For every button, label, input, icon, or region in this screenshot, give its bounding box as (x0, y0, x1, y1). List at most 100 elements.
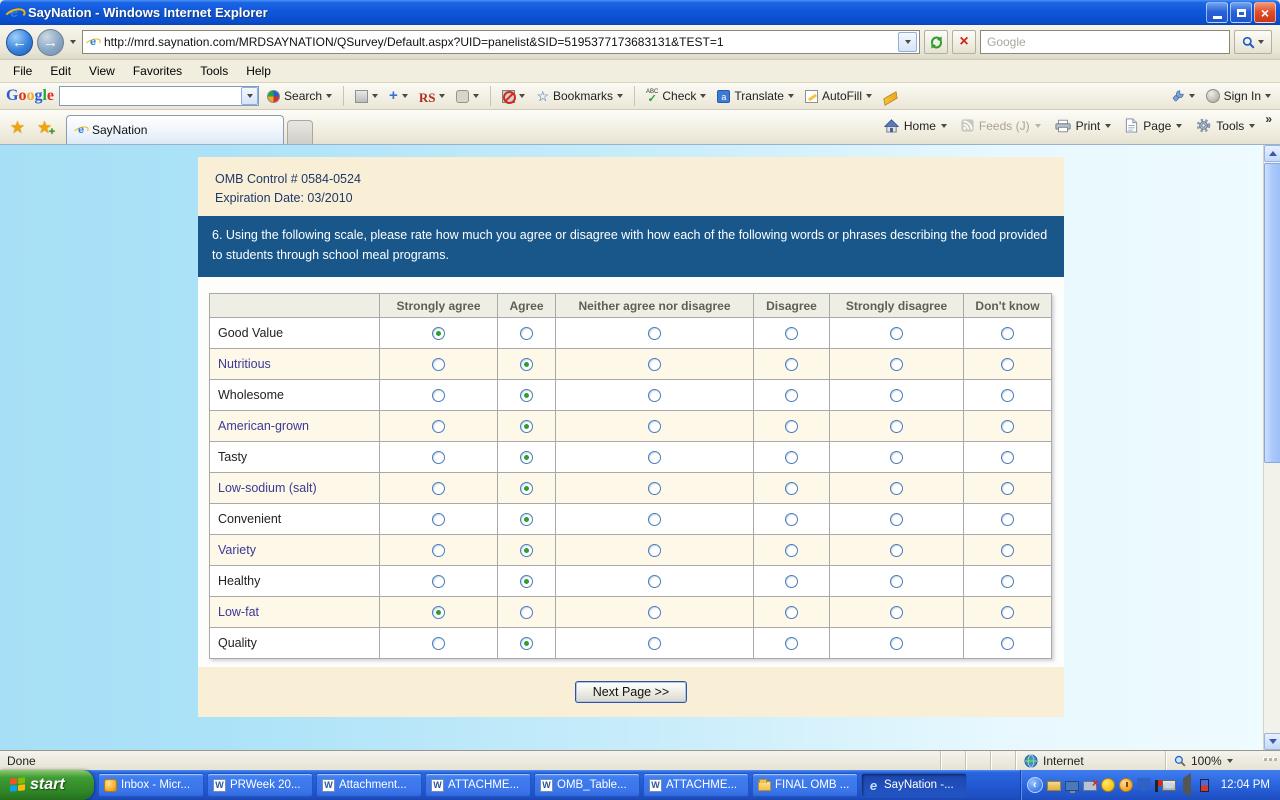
search-go-button[interactable] (1234, 30, 1272, 54)
radio-button[interactable] (432, 637, 445, 650)
battery-icon[interactable] (1200, 779, 1209, 792)
radio-button[interactable] (890, 637, 903, 650)
radio-button[interactable] (648, 451, 661, 464)
radio-button[interactable] (648, 513, 661, 526)
restore-button[interactable] (1230, 2, 1252, 23)
radio-button[interactable] (520, 637, 533, 650)
radio-button[interactable] (432, 606, 445, 619)
next-page-button[interactable]: Next Page >> (575, 681, 687, 703)
add-tab-button[interactable]: + (386, 88, 411, 105)
url-text[interactable]: http://mrd.saynation.com/MRDSAYNATION/QS… (104, 35, 893, 49)
start-button[interactable]: start (0, 770, 94, 800)
radio-button[interactable] (520, 389, 533, 402)
radio-button[interactable] (432, 482, 445, 495)
radio-button[interactable] (432, 575, 445, 588)
radio-button[interactable] (785, 482, 798, 495)
add-favorite-button[interactable]: ★ (32, 115, 57, 140)
news-button[interactable] (352, 88, 381, 105)
taskbar-clock[interactable]: 12:04 PM (1221, 779, 1270, 791)
scroll-up-button[interactable] (1264, 145, 1280, 162)
messenger-smiley-icon[interactable] (1101, 778, 1115, 792)
forward-button[interactable]: → (37, 29, 64, 56)
menu-item-edit[interactable]: Edit (41, 61, 80, 81)
radio-button[interactable] (1001, 606, 1014, 619)
radio-button[interactable] (520, 327, 533, 340)
radio-button[interactable] (785, 513, 798, 526)
minimize-button[interactable] (1206, 2, 1228, 23)
radio-button[interactable] (432, 451, 445, 464)
highlight-button[interactable] (880, 89, 901, 104)
taskbar-window-button[interactable]: WATTACHME... (425, 773, 531, 797)
radio-button[interactable] (648, 606, 661, 619)
radio-button[interactable] (1001, 389, 1014, 402)
radio-button[interactable] (1001, 482, 1014, 495)
radio-button[interactable] (520, 358, 533, 371)
address-field[interactable]: e http://mrd.saynation.com/MRDSAYNATION/… (82, 30, 920, 54)
radio-button[interactable] (890, 606, 903, 619)
bookmarks-button[interactable]: ☆ Bookmarks (533, 87, 626, 105)
scrollbar-thumb[interactable] (1264, 163, 1280, 463)
radio-button[interactable] (520, 513, 533, 526)
rs-button[interactable]: RS (416, 88, 449, 105)
hide-icons-chevron[interactable]: ‹ (1027, 777, 1043, 793)
google-search-dropdown[interactable] (241, 87, 258, 105)
menu-item-view[interactable]: View (80, 61, 124, 81)
address-dropdown-button[interactable] (898, 32, 917, 52)
radio-button[interactable] (785, 358, 798, 371)
radio-button[interactable] (648, 389, 661, 402)
radio-button[interactable] (785, 327, 798, 340)
radio-button[interactable] (432, 544, 445, 557)
radio-button[interactable] (785, 389, 798, 402)
radio-button[interactable] (785, 575, 798, 588)
taskbar-window-button[interactable]: WATTACHME... (643, 773, 749, 797)
language-flag-icon[interactable] (1155, 780, 1158, 792)
taskbar-window-button[interactable]: WAttachment... (316, 773, 422, 797)
page-button[interactable]: Page (1119, 114, 1188, 137)
radio-button[interactable] (648, 575, 661, 588)
radio-button[interactable] (890, 482, 903, 495)
taskbar-window-button[interactable]: WPRWeek 20... (207, 773, 313, 797)
radio-button[interactable] (1001, 327, 1014, 340)
volume-icon[interactable] (1183, 773, 1191, 797)
taskbar-window-button[interactable]: FINAL OMB ... (752, 773, 858, 797)
radio-button[interactable] (1001, 420, 1014, 433)
radio-button[interactable] (648, 358, 661, 371)
display-settings-icon[interactable] (1162, 780, 1176, 791)
popup-blocker-button[interactable] (499, 88, 528, 105)
radio-button[interactable] (520, 451, 533, 464)
menu-item-file[interactable]: File (4, 61, 41, 81)
radio-button[interactable] (432, 420, 445, 433)
taskbar-window-button[interactable]: Inbox - Micr... (98, 773, 204, 797)
toolbar-settings-button[interactable] (1168, 87, 1198, 105)
network-activity-icon[interactable] (1065, 781, 1079, 791)
radio-button[interactable] (648, 327, 661, 340)
radio-button[interactable] (520, 575, 533, 588)
taskbar-window-button[interactable]: WOMB_Table... (534, 773, 640, 797)
home-button[interactable]: Home (878, 115, 953, 137)
spellcheck-button[interactable]: ABC✓ Check (643, 87, 709, 105)
radio-button[interactable] (432, 513, 445, 526)
radio-button[interactable] (432, 358, 445, 371)
back-button[interactable]: ← (6, 29, 33, 56)
close-button[interactable]: × (1254, 2, 1276, 23)
google-search-button[interactable]: Search (264, 87, 335, 105)
menu-item-tools[interactable]: Tools (191, 61, 237, 81)
radio-button[interactable] (785, 637, 798, 650)
network-disconnected-icon[interactable] (1083, 781, 1097, 791)
radio-button[interactable] (890, 358, 903, 371)
radio-button[interactable] (890, 389, 903, 402)
radio-button[interactable] (785, 606, 798, 619)
radio-button[interactable] (890, 327, 903, 340)
radio-button[interactable] (648, 544, 661, 557)
new-mail-icon[interactable] (1047, 781, 1061, 791)
reminder-clock-icon[interactable] (1119, 778, 1133, 792)
command-overflow-button[interactable]: » (1261, 110, 1276, 128)
radio-button[interactable] (785, 420, 798, 433)
radio-button[interactable] (648, 637, 661, 650)
radio-button[interactable] (520, 420, 533, 433)
feeds-button[interactable]: Feeds (J) (955, 115, 1047, 137)
radio-button[interactable] (890, 451, 903, 464)
radio-button[interactable] (1001, 544, 1014, 557)
share-button[interactable] (453, 88, 482, 105)
radio-button[interactable] (520, 482, 533, 495)
